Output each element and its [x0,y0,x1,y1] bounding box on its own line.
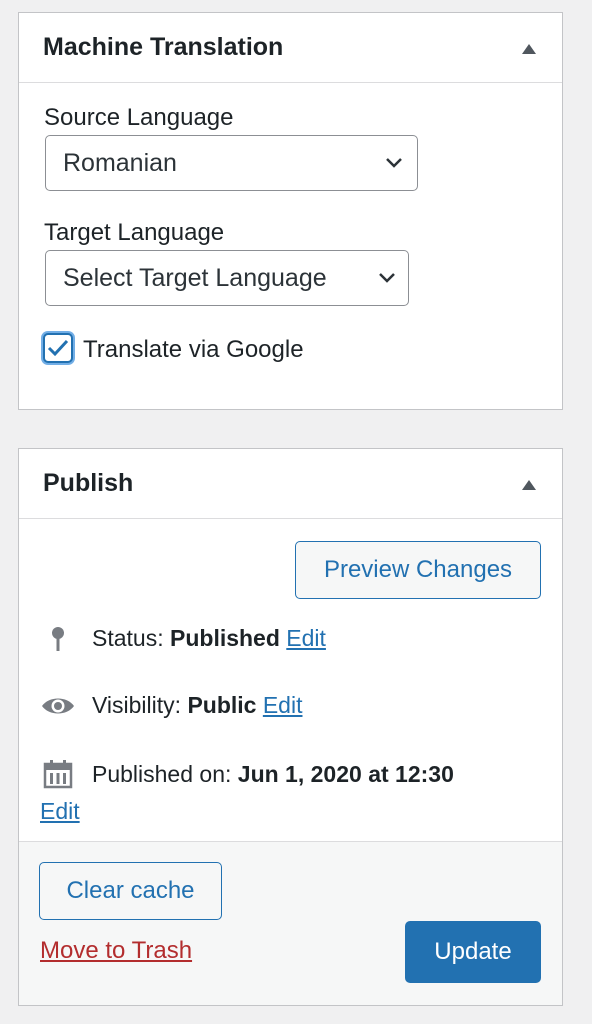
source-language-label: Source Language [44,104,234,131]
machine-translation-header[interactable]: Machine Translation [19,13,562,83]
eye-icon [41,695,75,717]
published-on-label: Published on: [92,760,232,787]
machine-translation-title: Machine Translation [43,33,284,61]
calendar-icon [41,759,75,789]
chevron-down-icon [386,158,402,168]
publish-title: Publish [43,469,134,497]
update-button[interactable]: Update [405,921,541,983]
move-to-trash-link[interactable]: Move to Trash [40,937,192,965]
pin-icon [41,626,75,652]
published-on-row: Published on: Jun 1, 2020 at 12:30 [41,759,454,789]
publish-panel: Publish Preview Changes Status: Publishe… [18,448,563,1006]
publish-header[interactable]: Publish [19,449,562,519]
target-language-value: Select Target Language [63,263,327,292]
triangle-up-icon[interactable] [522,43,536,54]
check-icon [47,339,69,357]
target-language-label: Target Language [44,219,225,246]
target-language-select[interactable]: Select Target Language [45,250,409,306]
status-edit-link[interactable]: Edit [286,625,326,652]
visibility-edit-link[interactable]: Edit [263,692,303,719]
translate-via-google-label[interactable]: Translate via Google [83,336,304,364]
triangle-up-icon[interactable] [522,479,536,490]
status-row: Status: Published Edit [41,625,326,652]
status-label: Status: [92,625,164,651]
translate-via-google-checkbox[interactable] [43,333,73,363]
published-on-edit-link[interactable]: Edit [40,798,80,825]
chevron-down-icon [379,273,395,283]
publish-footer: Clear cache Move to Trash Update [19,841,562,1005]
visibility-value: Public [187,692,257,718]
machine-translation-panel: Machine Translation Source Language Roma… [18,12,563,410]
status-value: Published [170,625,280,651]
visibility-label: Visibility: [92,692,182,718]
published-on-value: Jun 1, 2020 at 12:30 [237,760,454,787]
clear-cache-button[interactable]: Clear cache [39,862,222,920]
preview-changes-button[interactable]: Preview Changes [295,541,541,599]
visibility-row: Visibility: Public Edit [41,692,302,719]
source-language-select[interactable]: Romanian [45,135,418,191]
source-language-value: Romanian [63,148,177,177]
